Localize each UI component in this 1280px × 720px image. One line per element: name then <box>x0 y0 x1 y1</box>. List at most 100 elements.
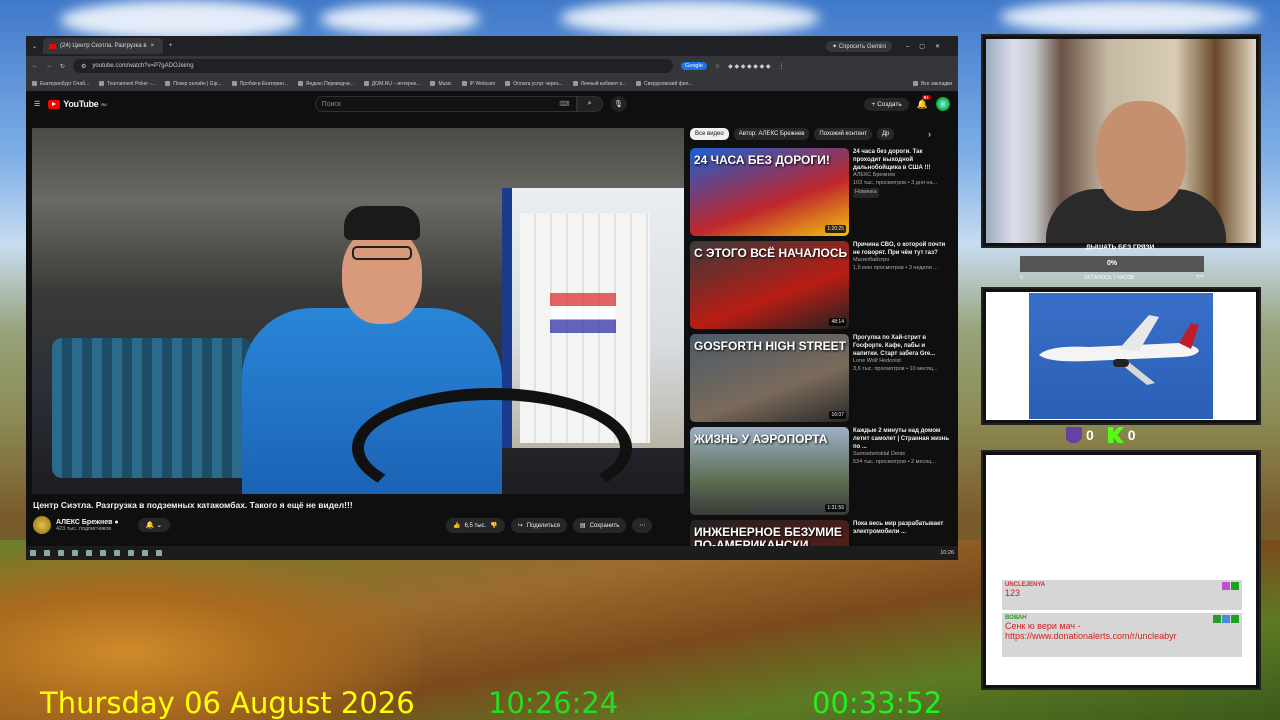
avatar[interactable] <box>936 97 950 111</box>
cloud <box>560 0 820 36</box>
taskbar-app-icon[interactable] <box>100 550 106 556</box>
filter-chip[interactable]: Автор: АЛЕКС Брежнев <box>733 128 810 140</box>
back-icon[interactable]: ← <box>32 63 38 69</box>
video-title[interactable]: Каждые 2 минуты над домом летит самолет … <box>853 427 951 451</box>
voice-search-button[interactable]: 🎙 <box>610 96 627 112</box>
logo-region: RU <box>101 101 107 107</box>
video-actions: 👍 6,5 тыс. 👎 ↪ Поделиться ▤ Сохранить ⋯ <box>446 518 653 533</box>
video-thumbnail[interactable]: С ЭТОГО ВСЁ НАЧАЛОСЬ 48:14 <box>690 241 849 329</box>
thumbnail-caption: GOSFORTH HIGH STREET <box>694 339 847 353</box>
taskbar-app-icon[interactable] <box>58 550 64 556</box>
video-thumbnail[interactable]: 24 ЧАСА БЕЗ ДОРОГИ! 1:20:25 <box>690 148 849 236</box>
subscriber-count: 423 тыс. подписчиков <box>56 525 112 532</box>
uptime-display: 00:33:52 <box>812 686 943 720</box>
video-meta: 24 часа без дороги. Так проходит выходно… <box>853 148 951 236</box>
channel-avatar[interactable] <box>33 516 51 534</box>
video-title[interactable]: Пока весь мир разрабатывает электромобил… <box>853 520 951 536</box>
bookmark-item[interactable]: ДОМ.RU – интерне... <box>364 81 421 87</box>
filter-chip[interactable]: Др <box>876 128 895 140</box>
video-thumbnail[interactable]: GOSFORTH HIGH STREET 16:07 <box>690 334 849 422</box>
taskbar-app-icon[interactable] <box>142 550 148 556</box>
more-actions-button[interactable]: ⋯ <box>632 518 653 533</box>
taskbar-app-icon[interactable] <box>86 550 92 556</box>
recommendation-filter-chips: Все видео Автор: АЛЕКС Брежнев Похожий кон… <box>690 128 895 140</box>
youtube-logo[interactable]: YouTube RU <box>48 99 107 109</box>
bookmark-item[interactable]: Music <box>430 81 451 87</box>
bookmark-star-icon[interactable]: ☆ <box>715 63 720 70</box>
youtube-play-icon <box>48 99 61 109</box>
notifications-button[interactable]: 🔔 9+ <box>917 94 931 110</box>
taskbar-app-icon[interactable] <box>44 550 50 556</box>
filter-chip[interactable]: Все видео <box>690 128 729 140</box>
like-button[interactable]: 👍 6,5 тыс. 👎 <box>446 518 505 533</box>
chat-badges <box>1213 615 1239 623</box>
taskbar-clock[interactable]: 10:26 <box>940 550 954 556</box>
video-views: 1,5 млн просмотров • 3 недели ... <box>853 264 938 271</box>
forward-icon[interactable]: → <box>46 63 52 69</box>
create-button[interactable]: + Создать <box>864 97 909 111</box>
obs-icon[interactable] <box>156 550 162 556</box>
video-duration: 1:20:25 <box>825 225 846 233</box>
bookmark-item[interactable]: Личный кабинет к... <box>573 81 626 87</box>
window-controls[interactable]: –▢✕ <box>906 43 950 50</box>
address-bar[interactable]: ⚙ youtube.com/watch?v=P7gADOJeimg <box>73 59 674 73</box>
bookmark-item[interactable]: Покер онлайн | Gip... <box>165 81 221 87</box>
search-icon: ⌕ <box>587 100 592 107</box>
hamburger-menu-icon[interactable]: ☰ <box>34 100 40 108</box>
dislike-icon[interactable]: 👎 <box>490 522 497 529</box>
badge-icon <box>1222 615 1230 623</box>
verified-icon: ● <box>114 518 119 526</box>
save-icon: ▤ <box>579 523 586 529</box>
twitch-icon <box>1066 427 1082 443</box>
cloud <box>1000 0 1260 34</box>
browser-tab[interactable]: (24) Центр Сиэтла. Разгрузка в × <box>43 38 164 54</box>
search-input[interactable]: Поиск ⌨ <box>314 96 577 112</box>
taskbar-app-icon[interactable] <box>114 550 120 556</box>
bookmark-item[interactable]: Свердловский фил... <box>636 81 693 87</box>
mic-icon: 🎙 <box>614 101 623 108</box>
bookmark-item[interactable]: Яндекс.Переводчи... <box>298 81 354 87</box>
video-title[interactable]: Причина СВО, о которой почти не говорят.… <box>853 241 951 257</box>
tab-close-icon[interactable]: × <box>151 43 155 49</box>
filter-chip[interactable]: Похожий контент <box>814 128 872 140</box>
sky <box>1029 293 1213 419</box>
save-button[interactable]: ▤ Сохранить <box>572 518 627 533</box>
chat-message: UNCLEJENYA 123 <box>1002 580 1242 610</box>
tab-list-icon[interactable]: ⌄ <box>32 43 37 50</box>
share-button[interactable]: ↪ Поделиться <box>510 518 567 533</box>
chips-next-icon[interactable]: › <box>928 129 931 139</box>
start-icon[interactable] <box>30 550 36 556</box>
recommended-video[interactable]: С ЭТОГО ВСЁ НАЧАЛОСЬ 48:14 Причина СВО, о … <box>690 241 952 329</box>
chrome-icon[interactable] <box>128 550 134 556</box>
subscribe-bell-button[interactable]: 🔔 ⌄ <box>137 518 171 532</box>
video-channel: АЛЕКС Брежнев <box>853 172 896 179</box>
video-player[interactable] <box>32 128 684 494</box>
extensions-icon[interactable]: ◆ ◆ ◆ ◆ ◆ ◆ ◆ <box>728 63 770 70</box>
bookmark-item[interactable]: Tournament Poker -... <box>99 81 155 87</box>
video-title[interactable]: Прогулка по Хай-стрит в Госфорте. Кафе, … <box>853 334 951 358</box>
video-thumbnail[interactable]: ЖИЗНЬ У АЭРОПОРТА 1:31:56 <box>690 427 849 515</box>
gemini-label: Спросить Gemini <box>838 43 886 50</box>
reload-icon[interactable]: ↻ <box>60 63 65 70</box>
badge-icon <box>1213 615 1221 623</box>
recommended-video[interactable]: 24 ЧАСА БЕЗ ДОРОГИ! 1:20:25 24 часа без до… <box>690 148 952 236</box>
video-views: 103 тыс. просмотров • 3 дня на... <box>853 179 938 186</box>
bookmark-item[interactable]: Все закладки <box>913 81 952 87</box>
google-button[interactable]: Google <box>681 62 707 70</box>
bookmark-item[interactable]: Екатеринбург Очаб... <box>32 81 89 87</box>
tab-title: (24) Центр Сиэтла. Разгрузка в <box>60 43 147 49</box>
gemini-button[interactable]: ✦ Спросить Gemini <box>826 40 892 52</box>
site-info-icon[interactable]: ⚙ <box>81 63 86 70</box>
video-title[interactable]: 24 часа без дороги. Так проходит выходно… <box>853 148 951 172</box>
channel-name[interactable]: АЛЕКС Брежнев ● <box>56 519 119 526</box>
bookmark-item[interactable]: IP Webcam <box>462 81 496 87</box>
bookmark-item[interactable]: Пробки в Екатерин... <box>232 81 288 87</box>
search-button[interactable]: ⌕ <box>576 96 603 112</box>
bookmark-item[interactable]: Оплата услуг через... <box>505 81 562 87</box>
taskbar-app-icon[interactable] <box>72 550 78 556</box>
recommended-video[interactable]: ЖИЗНЬ У АЭРОПОРТА 1:31:56 Каждые 2 минуты … <box>690 427 952 515</box>
keyboard-icon[interactable]: ⌨ <box>559 100 569 108</box>
new-tab-icon[interactable]: + <box>169 43 173 49</box>
recommended-video[interactable]: GOSFORTH HIGH STREET 16:07 Прогулка по Хай… <box>690 334 952 422</box>
menu-icon[interactable]: ⋮ <box>778 63 784 70</box>
